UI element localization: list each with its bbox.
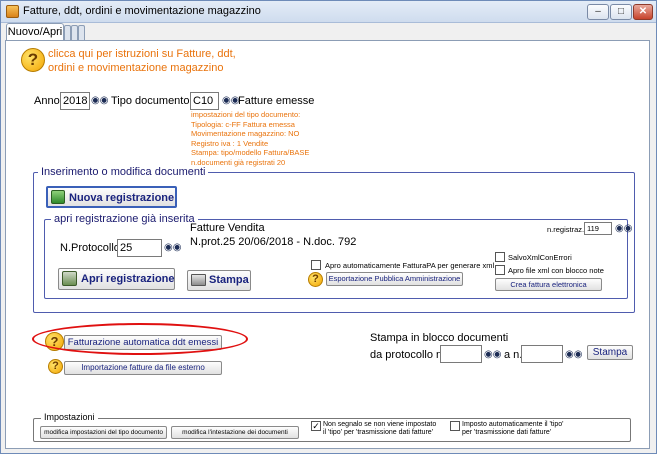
title-bar[interactable]: Fatture, ddt, ordini e movimentazione ma… — [1, 1, 656, 23]
window-title: Fatture, ddt, ordini e movimentazione ma… — [23, 5, 261, 17]
fatturapa-checkbox[interactable] — [311, 260, 321, 270]
stampa-label: Stampa — [209, 274, 249, 286]
tipo-documento-label: Tipo documento — [111, 95, 190, 107]
nprotocollo-input[interactable] — [117, 239, 162, 257]
highlight-ellipse — [32, 323, 248, 355]
nuova-registrazione-label: Nuova registrazione — [69, 192, 175, 204]
stampa-blocco-button[interactable]: Stampa — [587, 345, 633, 360]
impostazioni-title: Impostazioni — [41, 412, 98, 422]
open-doc-icon — [62, 271, 77, 286]
non-segnalo-label: Non segnalo se non viene impostato il 't… — [323, 421, 436, 437]
apri-registrazione-label: Apri registrazione — [81, 273, 175, 285]
a-search-icon[interactable]: ◉◉ — [565, 349, 582, 361]
modifica-tipo-button[interactable]: modifica impostazioni del tipo documento — [40, 426, 167, 439]
stampa-blocco-title: Stampa in blocco documenti — [370, 332, 509, 344]
anno-input[interactable] — [60, 92, 90, 110]
modifica-intestazione-button[interactable]: modifica l'intestazione dei documenti — [171, 426, 299, 439]
apri-registrazione-button[interactable]: Apri registrazione — [58, 268, 175, 290]
esportazione-pa-button[interactable]: Esportazione Pubblica Amministrazione — [326, 272, 463, 286]
info-line: n.documenti già registrati 20 — [191, 157, 286, 167]
tipo-documento-info: impostazioni del tipo documento: Tipolog… — [191, 110, 309, 168]
apro-file-xml-checkbox[interactable] — [495, 265, 505, 275]
nprotocollo-search-icon[interactable]: ◉◉ — [164, 242, 181, 254]
da-search-icon[interactable]: ◉◉ — [484, 349, 501, 361]
salvo-xml-label: SalvoXmlConErrori — [508, 253, 572, 262]
nuova-registrazione-button[interactable]: Nuova registrazione — [46, 186, 177, 208]
tipo-search-icon[interactable]: ◉◉ — [222, 95, 239, 107]
imposto-label: Imposto automaticamente il 'tipo' per 't… — [462, 421, 564, 437]
help-link-line1[interactable]: clicca qui per istruzioni su Fatture, dd… — [48, 48, 236, 60]
imposto-line1: Imposto automaticamente il 'tipo' — [462, 421, 564, 428]
anno-label: Anno — [34, 95, 60, 107]
nregistraz-input[interactable] — [584, 222, 612, 235]
imposto-line2: per 'trasmissione dati fatture' — [462, 429, 552, 436]
new-doc-icon — [51, 190, 65, 204]
nregistraz-search-icon[interactable]: ◉◉ — [615, 223, 632, 235]
importazione-button[interactable]: Importazione fatture da file esterno — [64, 361, 222, 375]
help-link-line2[interactable]: ordini e movimentazione magazzino — [48, 62, 223, 74]
non-segnalo-line1: Non segnalo se non viene impostato — [323, 421, 437, 428]
tab-stub-2[interactable] — [71, 25, 78, 40]
minimize-button[interactable]: – — [587, 4, 609, 20]
tab-stub-3[interactable] — [78, 25, 85, 40]
printer-icon — [191, 274, 206, 286]
nregistraz-label: n.registraz. — [547, 225, 585, 234]
a-input[interactable] — [521, 345, 563, 363]
tab-stub-1[interactable] — [64, 25, 71, 40]
a-label: a n. — [504, 349, 523, 361]
stampa-button[interactable]: Stampa — [187, 270, 251, 291]
info-line: Tipologia: c-FF Fattura emessa — [191, 119, 295, 129]
tab-nuovo-apri[interactable]: Nuovo/Apri — [6, 23, 64, 41]
help-icon[interactable]: ? — [21, 48, 45, 72]
info-line: Stampa: tipo/modello Fattura/BASE — [191, 148, 310, 158]
tipo-documento-description: Fatture emesse — [238, 95, 315, 107]
close-button[interactable]: ✕ — [633, 4, 653, 20]
nprotocollo-label: N.Protocollo — [60, 242, 120, 254]
salvo-xml-checkbox[interactable] — [495, 252, 505, 262]
tipo-documento-input[interactable] — [190, 92, 219, 110]
apro-file-xml-label: Apro file xml con blocco note — [508, 266, 604, 275]
info-line: Registro iva : 1 Vendite — [191, 138, 269, 148]
esportazione-help-icon[interactable]: ? — [308, 272, 323, 287]
apri-title: apri registrazione già inserita — [51, 213, 198, 225]
anno-search-icon[interactable]: ◉◉ — [91, 95, 108, 107]
crea-fattura-button[interactable]: Crea fattura elettronica — [495, 278, 602, 291]
non-segnalo-line2: il 'tipo' per 'trasmissione dati fatture… — [323, 429, 434, 436]
imposto-checkbox[interactable] — [450, 421, 460, 431]
maximize-button[interactable]: □ — [610, 4, 632, 20]
fatturapa-checkbox-label: Apro automaticamente FatturaPA per gener… — [325, 261, 495, 270]
non-segnalo-checkbox[interactable]: ✓ — [311, 421, 321, 431]
import-help-icon[interactable]: ? — [48, 359, 63, 374]
main-window: Fatture, ddt, ordini e movimentazione ma… — [0, 0, 657, 454]
app-icon — [6, 5, 19, 18]
doc-title: Fatture Vendita — [190, 222, 265, 234]
info-line: impostazioni del tipo documento: — [191, 110, 301, 119]
inserimento-title: Inserimento o modifica documenti — [38, 166, 209, 178]
doc-info: N.prot.25 20/06/2018 - N.doc. 792 — [190, 236, 357, 248]
da-protocollo-label: da protocollo n. — [370, 349, 446, 361]
info-line: Movimentazione magazzino: NO — [191, 129, 300, 139]
da-protocollo-input[interactable] — [440, 345, 482, 363]
